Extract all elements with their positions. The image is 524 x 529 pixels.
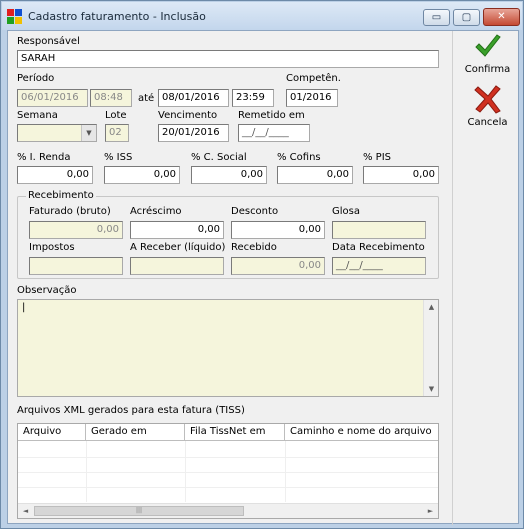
title-bar[interactable]: Cadastro faturamento - Inclusão ▭ ▢ ✕: [2, 2, 522, 30]
side-divider: [452, 31, 453, 525]
lote-label: Lote: [105, 110, 127, 121]
cofins-label: % Cofins: [277, 152, 321, 163]
recebido-label: Recebido: [231, 242, 277, 253]
cofins-field[interactable]: 0,00: [277, 166, 353, 184]
maximize-icon: ▢: [461, 12, 472, 23]
iss-label: % ISS: [104, 152, 133, 163]
responsavel-label: Responsável: [17, 36, 80, 47]
column-fila-tissnet[interactable]: Fila TissNet em: [185, 424, 285, 441]
faturado-field[interactable]: 0,00: [29, 221, 123, 239]
desconto-field[interactable]: 0,00: [231, 221, 325, 239]
periodo-start-date[interactable]: 06/01/2016: [17, 89, 88, 107]
vencimento-field[interactable]: 20/01/2016: [158, 124, 229, 142]
competencia-field[interactable]: 01/2016: [286, 89, 338, 107]
minimize-button[interactable]: ▭: [423, 9, 450, 26]
window-title: Cadastro faturamento - Inclusão: [28, 10, 206, 23]
cancela-label: Cancela: [467, 117, 508, 128]
scroll-left-icon[interactable]: ◄: [18, 507, 33, 515]
observacao-scrollbar[interactable]: ▲ ▼: [423, 300, 438, 396]
maximize-button[interactable]: ▢: [453, 9, 480, 26]
acrescimo-label: Acréscimo: [130, 206, 182, 217]
x-cancel-icon: [473, 85, 501, 114]
competencia-label: Competên.: [286, 73, 341, 84]
pis-label: % PIS: [363, 152, 392, 163]
grid-divider: [18, 487, 438, 488]
data-recebimento-field[interactable]: __/__/____: [332, 257, 426, 275]
remetido-field[interactable]: __/__/____: [238, 124, 310, 142]
acrescimo-field[interactable]: 0,00: [130, 221, 224, 239]
grid-divider: [18, 472, 438, 473]
observacao-label: Observação: [17, 285, 77, 296]
periodo-start-time[interactable]: 08:48: [90, 89, 132, 107]
form-client-area: Responsável SARAH Período 06/01/2016 08:…: [7, 30, 519, 525]
recebido-field[interactable]: 0,00: [231, 257, 325, 275]
a-receber-label: A Receber (líquido): [130, 242, 226, 253]
grid-divider: [18, 457, 438, 458]
irenda-field[interactable]: 0,00: [17, 166, 93, 184]
iss-field[interactable]: 0,00: [104, 166, 180, 184]
a-receber-field[interactable]: [130, 257, 224, 275]
grid-horizontal-scrollbar[interactable]: ◄ ||| ►: [18, 503, 438, 518]
impostos-label: Impostos: [29, 242, 75, 253]
scroll-down-icon[interactable]: ▼: [424, 385, 439, 393]
checkmark-icon: [474, 34, 501, 57]
data-recebimento-label: Data Recebimento: [332, 242, 425, 253]
column-caminho[interactable]: Caminho e nome do arquivo: [285, 424, 438, 441]
close-button[interactable]: ✕: [483, 8, 520, 26]
cancela-button[interactable]: Cancela: [460, 84, 515, 134]
pis-field[interactable]: 0,00: [363, 166, 439, 184]
confirma-button[interactable]: Confirma: [460, 33, 515, 83]
periodo-end-date[interactable]: 08/01/2016: [158, 89, 229, 107]
observacao-textarea[interactable]: | ▲ ▼: [17, 299, 439, 397]
confirma-label: Confirma: [464, 64, 511, 75]
chevron-down-icon[interactable]: ▼: [81, 125, 96, 141]
arquivos-grid[interactable]: Arquivo Gerado em Fila TissNet em Caminh…: [17, 423, 439, 519]
recebimento-group: Recebimento Faturado (bruto) 0,00 Acrésc…: [17, 190, 439, 279]
desconto-label: Desconto: [231, 206, 279, 217]
observacao-text: |: [22, 302, 26, 313]
scroll-right-icon[interactable]: ►: [423, 507, 438, 515]
faturado-label: Faturado (bruto): [29, 206, 111, 217]
irenda-label: % I. Renda: [17, 152, 71, 163]
ate-label: até: [138, 93, 155, 104]
column-gerado-em[interactable]: Gerado em: [86, 424, 185, 441]
app-icon: [7, 9, 22, 24]
periodo-label: Período: [17, 73, 55, 84]
minimize-icon: ▭: [431, 12, 442, 23]
glosa-field[interactable]: [332, 221, 426, 239]
semana-combo[interactable]: ▼: [17, 124, 97, 142]
recebimento-title: Recebimento: [26, 190, 96, 201]
semana-label: Semana: [17, 110, 58, 121]
lote-field[interactable]: 02: [105, 124, 129, 142]
arquivos-label: Arquivos XML gerados para esta fatura (T…: [17, 405, 245, 416]
grip-icon: |||: [135, 507, 143, 514]
periodo-end-time[interactable]: 23:59: [232, 89, 274, 107]
responsavel-field[interactable]: SARAH: [17, 50, 439, 68]
impostos-field[interactable]: [29, 257, 123, 275]
csocial-field[interactable]: 0,00: [191, 166, 267, 184]
remetido-label: Remetido em: [238, 110, 305, 121]
scroll-up-icon[interactable]: ▲: [424, 303, 439, 311]
scroll-thumb[interactable]: |||: [34, 506, 244, 516]
column-arquivo[interactable]: Arquivo: [18, 424, 86, 441]
csocial-label: % C. Social: [191, 152, 247, 163]
close-icon: ✕: [497, 11, 506, 22]
vencimento-label: Vencimento: [158, 110, 218, 121]
glosa-label: Glosa: [332, 206, 360, 217]
cadastro-faturamento-window: Cadastro faturamento - Inclusão ▭ ▢ ✕ Re…: [0, 0, 524, 529]
grid-header: Arquivo Gerado em Fila TissNet em Caminh…: [18, 424, 438, 441]
